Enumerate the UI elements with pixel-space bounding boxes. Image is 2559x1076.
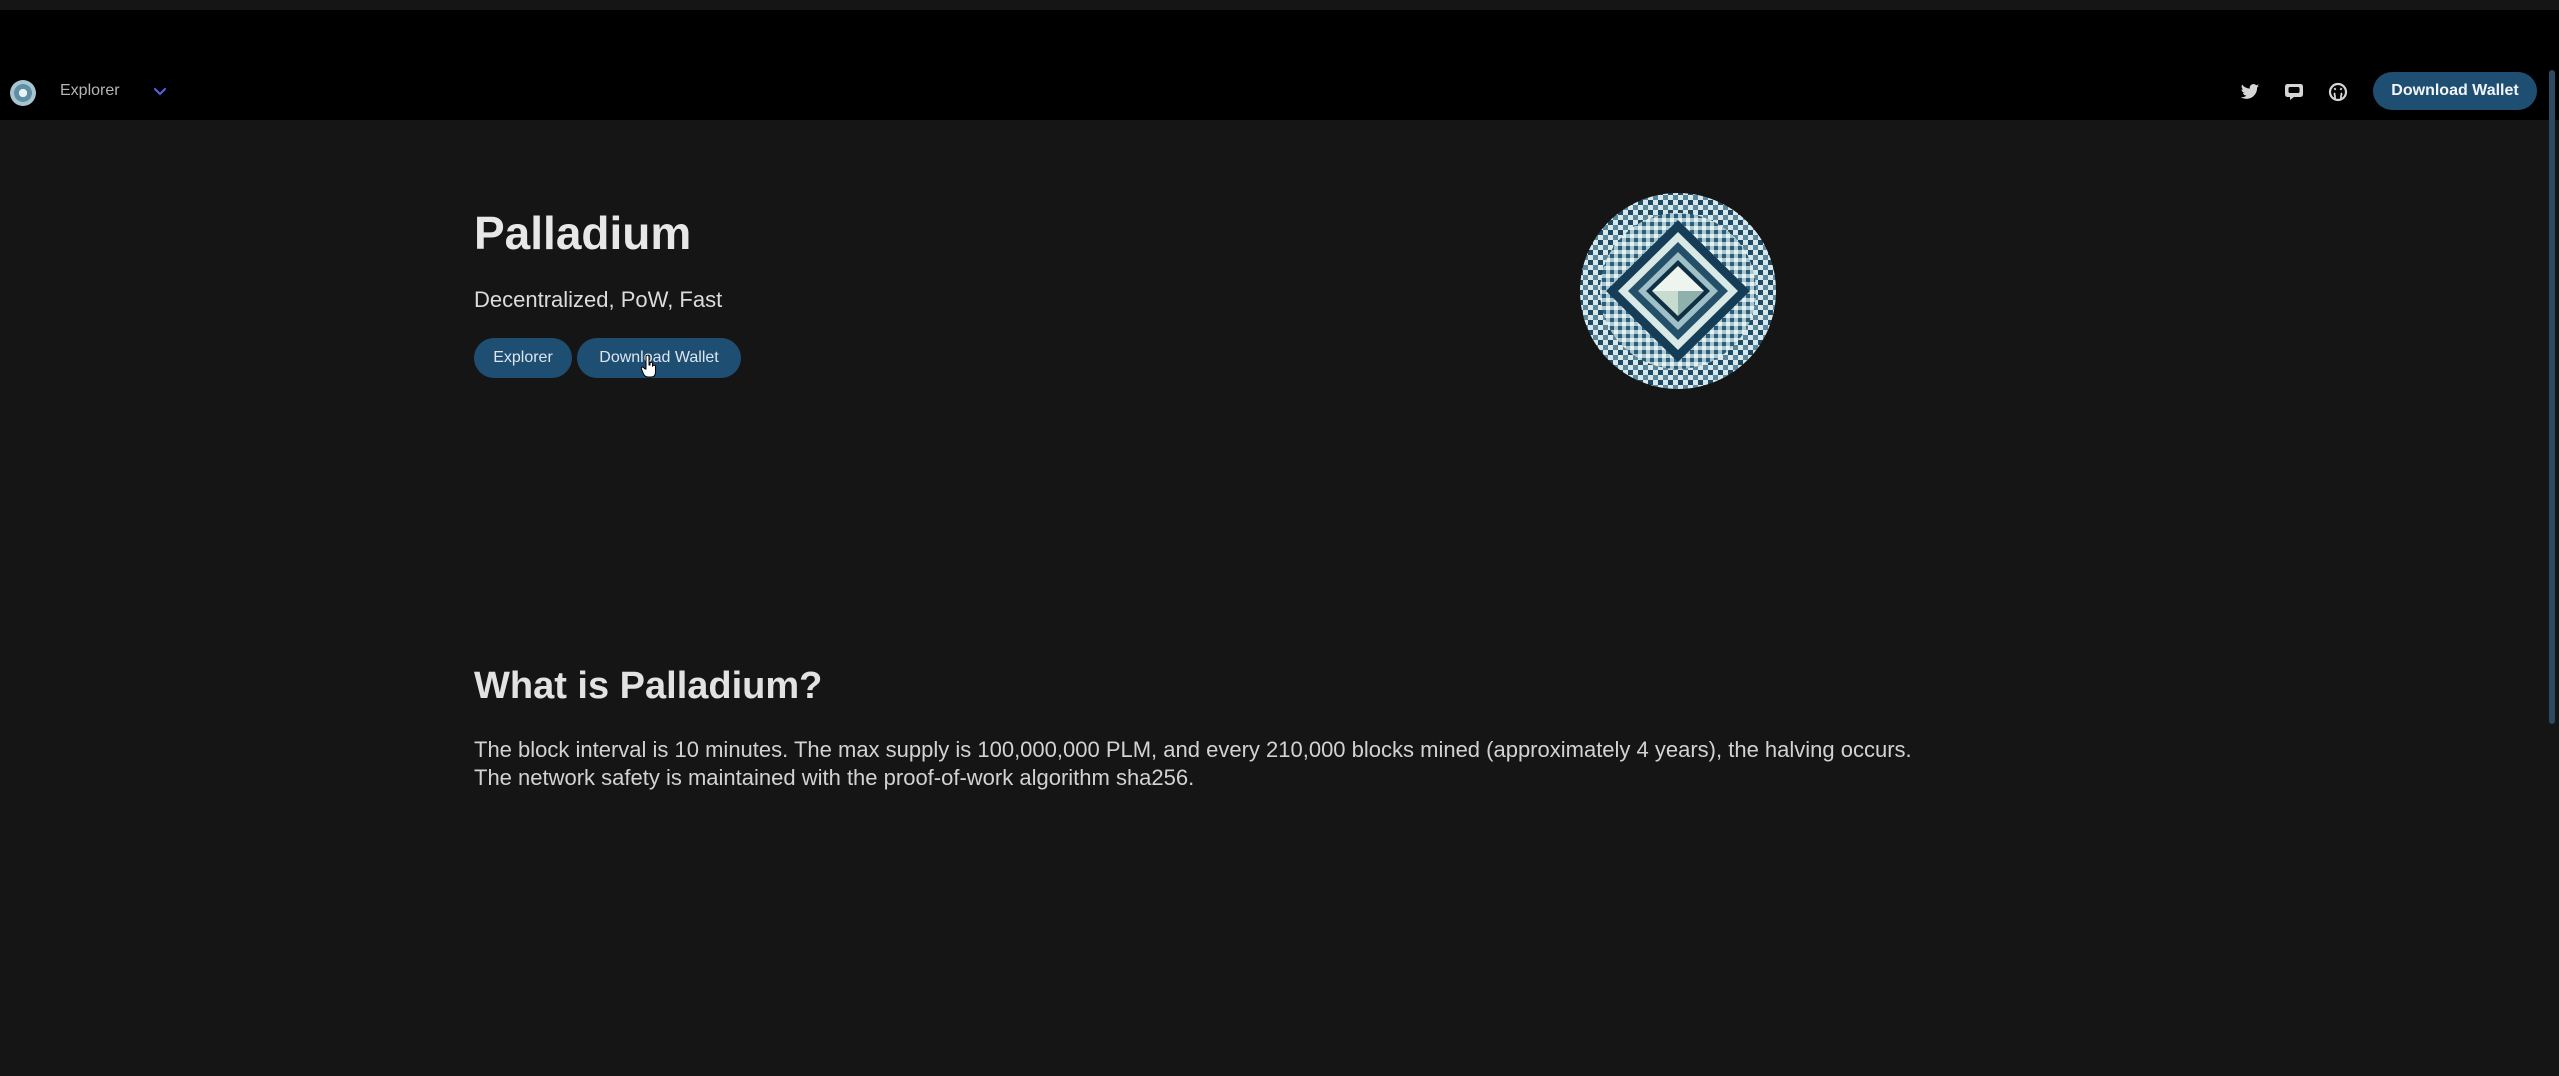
main-content: [0, 120, 2559, 1076]
hand-cursor-icon: [641, 355, 656, 378]
chevron-down-icon[interactable]: [150, 84, 170, 100]
hero-download-wallet-button[interactable]: Download Wallet: [577, 338, 741, 378]
description-line-2: The network safety is maintained with th…: [474, 765, 1195, 790]
palladium-coin-logo: [1580, 193, 1776, 389]
github-icon[interactable]: [2326, 80, 2350, 104]
discord-icon[interactable]: [2282, 80, 2306, 104]
browser-top-strip: [0, 0, 2559, 10]
hero-explorer-button[interactable]: Explorer: [474, 338, 572, 378]
page-scrollbar[interactable]: [2549, 70, 2555, 724]
nav-explorer-link[interactable]: Explorer: [60, 82, 120, 100]
section-description: The block interval is 10 minutes. The ma…: [474, 736, 2174, 792]
description-line-1: The block interval is 10 minutes. The ma…: [474, 737, 1912, 762]
navbar: [0, 70, 2559, 120]
hero-title: Palladium: [474, 207, 692, 259]
section-title: What is Palladium?: [474, 665, 823, 707]
palladium-logo-icon[interactable]: [10, 80, 36, 106]
hero-subtitle: Decentralized, PoW, Fast: [474, 287, 723, 312]
nav-download-wallet-button[interactable]: Download Wallet: [2373, 72, 2537, 110]
twitter-icon[interactable]: [2238, 80, 2262, 104]
